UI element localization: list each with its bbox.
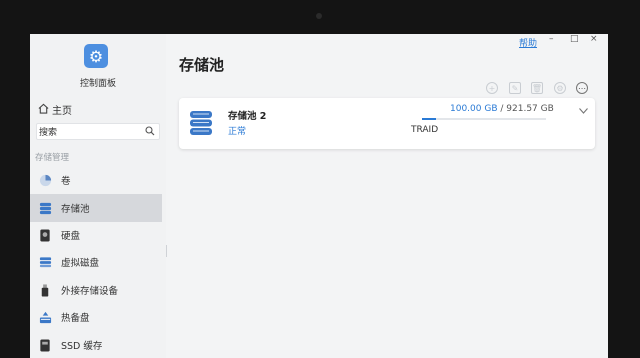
- chevron-down-icon[interactable]: [579, 106, 588, 117]
- app-window: ⚙ 控制面板 主页 搜索 存储管理 卷 存储池 硬盘 虚拟磁盘 外接存储设备 热…: [30, 34, 608, 358]
- pie-volume-icon: [38, 173, 52, 187]
- storage-pool-icon: [189, 110, 213, 136]
- sidebar-item-virtual-disk[interactable]: 虚拟磁盘: [30, 248, 162, 276]
- used-capacity: 100.00 GB: [450, 104, 498, 114]
- home-label: 主页: [52, 106, 72, 117]
- search-icon[interactable]: [145, 126, 155, 139]
- gear-icon[interactable]: ⚙: [84, 44, 108, 68]
- search-input[interactable]: 搜索: [36, 123, 160, 140]
- panel-resize-handle[interactable]: [166, 245, 167, 257]
- sidebar-item-label: 外接存储设备: [61, 286, 119, 297]
- sidebar-item-hot-spare[interactable]: 热备盘: [30, 303, 162, 331]
- more-icon[interactable]: ⋯: [576, 82, 588, 94]
- sidebar-item-ssd-cache[interactable]: SSD 缓存: [30, 331, 162, 358]
- home-icon: [38, 103, 49, 117]
- device-bezel: ⚙ 控制面板 主页 搜索 存储管理 卷 存储池 硬盘 虚拟磁盘 外接存储设备 热…: [0, 0, 640, 358]
- virtual-disk-icon: [38, 255, 52, 269]
- minimize-button[interactable]: –: [549, 34, 554, 44]
- sidebar-item-hard-disk[interactable]: 硬盘: [30, 221, 162, 249]
- raid-type: TRAID: [411, 125, 439, 135]
- sidebar-item-label: 存储池: [61, 204, 90, 215]
- hard-disk-icon: [38, 228, 52, 242]
- storage-pool-card[interactable]: 存储池 2 正常 100.00 GB / 921.57 GB TRAID: [179, 98, 595, 149]
- sidebar-item-label: SSD 缓存: [61, 341, 103, 352]
- sidebar-item-label: 卷: [61, 176, 71, 187]
- capacity-separator: /: [497, 104, 507, 114]
- close-button[interactable]: ×: [590, 34, 598, 44]
- ssd-cache-icon: [38, 338, 52, 352]
- sidebar-item-label: 虚拟磁盘: [61, 258, 100, 269]
- sidebar-item-label: 热备盘: [61, 313, 90, 324]
- pool-name: 存储池 2: [228, 111, 267, 122]
- delete-icon[interactable]: 🗑: [531, 82, 543, 94]
- status-badge: 正常: [228, 127, 247, 137]
- capacity-bar: [422, 118, 546, 120]
- usb-drive-icon: [38, 283, 52, 297]
- sidebar-item-storage-pool[interactable]: 存储池: [30, 194, 162, 222]
- help-link[interactable]: 帮助: [519, 36, 537, 49]
- settings-icon[interactable]: ⚙: [554, 82, 566, 94]
- total-capacity: 921.57 GB: [506, 104, 554, 114]
- capacity-bar-fill: [422, 118, 436, 120]
- sidebar: ⚙ 控制面板 主页 搜索 存储管理 卷 存储池 硬盘 虚拟磁盘 外接存储设备 热…: [30, 34, 166, 358]
- section-storage-management: 存储管理: [35, 153, 70, 163]
- sidebar-item-volume[interactable]: 卷: [30, 166, 162, 194]
- sidebar-item-external-storage[interactable]: 外接存储设备: [30, 276, 162, 304]
- sidebar-item-label: 硬盘: [61, 231, 81, 242]
- page-title: 存储池: [179, 56, 225, 74]
- camera: [316, 13, 322, 19]
- storage-pool-icon: [38, 201, 52, 215]
- maximize-button[interactable]: □: [570, 34, 579, 44]
- add-icon[interactable]: +: [486, 82, 498, 94]
- edit-icon[interactable]: ✎: [509, 82, 521, 94]
- hot-spare-icon: [38, 310, 52, 324]
- capacity-usage: 100.00 GB / 921.57 GB: [450, 104, 554, 114]
- home-link[interactable]: 主页: [38, 102, 72, 117]
- search-placeholder: 搜索: [39, 128, 58, 138]
- control-panel-label: 控制面板: [79, 79, 116, 89]
